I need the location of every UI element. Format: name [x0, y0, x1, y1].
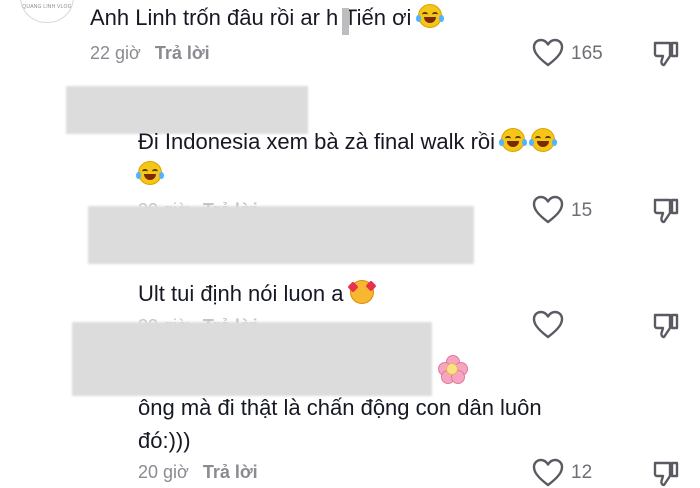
text-cursor: [342, 8, 349, 35]
smiling-face-with-hearts-icon: [349, 280, 374, 304]
laughing-emoji-icon: [415, 4, 444, 28]
comment-text-content: Đi Indonesia xem bà zà final walk rồi: [138, 129, 496, 154]
dislike-button[interactable]: [652, 312, 680, 340]
like-count: 12: [571, 462, 593, 483]
laughing-emoji-icon: [499, 128, 528, 152]
thumbs-down-icon: [653, 198, 679, 224]
dislike-button[interactable]: [652, 40, 680, 68]
comment-meta: 20 giờ Trả lời: [138, 462, 258, 483]
comment-text-content: Anh Linh trốn đâu rồi ar h Tiến ơi: [90, 5, 412, 30]
like-count: 15: [571, 200, 593, 221]
heart-outline-icon: [532, 38, 564, 67]
thumbs-down-icon: [653, 461, 679, 487]
reply-button[interactable]: Trả lời: [203, 462, 258, 482]
comment-time: 22 giờ: [90, 43, 141, 63]
heart-outline-icon: [532, 310, 564, 339]
comment-time: 20 giờ: [138, 462, 189, 482]
comment-text-line2: [136, 161, 164, 189]
channel-avatar[interactable]: QUANG LINH VLOG: [20, 0, 74, 23]
cherry-blossom-icon: [438, 355, 468, 384]
dislike-button[interactable]: [652, 460, 680, 488]
laughing-emoji-icon: [136, 161, 164, 185]
heart-outline-icon: [532, 458, 564, 487]
thumbs-down-icon: [653, 313, 679, 339]
comment-text: Ult tui định nói luon a: [138, 280, 374, 308]
reply-button[interactable]: Trả lời: [155, 43, 210, 63]
channel-caption: QUANG LINH VLOG: [22, 4, 72, 10]
comment-text-content: Ult tui định nói luon a: [138, 281, 344, 306]
like-button[interactable]: [532, 195, 564, 225]
comment-text: Anh Linh trốn đâu rồi ar h Tiến ơi: [90, 4, 444, 32]
thumbs-down-icon: [653, 41, 679, 67]
redacted-username: [72, 322, 432, 396]
comment-text: ông mà đi thật là chấn động con dân luôn: [138, 395, 542, 420]
like-button[interactable]: [532, 310, 564, 340]
comment-meta: 22 giờ Trả lời: [90, 43, 210, 64]
like-button[interactable]: [532, 38, 564, 68]
like-count: 165: [571, 43, 603, 64]
comment-text-line2: đó:))): [138, 428, 191, 453]
heart-outline-icon: [532, 195, 564, 224]
laughing-emoji-icon: [529, 128, 558, 152]
redacted-username: [66, 86, 308, 134]
like-button[interactable]: [532, 458, 564, 488]
redacted-username: [88, 206, 474, 264]
dislike-button[interactable]: [652, 197, 680, 225]
comment-text: Đi Indonesia xem bà zà final walk rồi: [138, 128, 558, 156]
